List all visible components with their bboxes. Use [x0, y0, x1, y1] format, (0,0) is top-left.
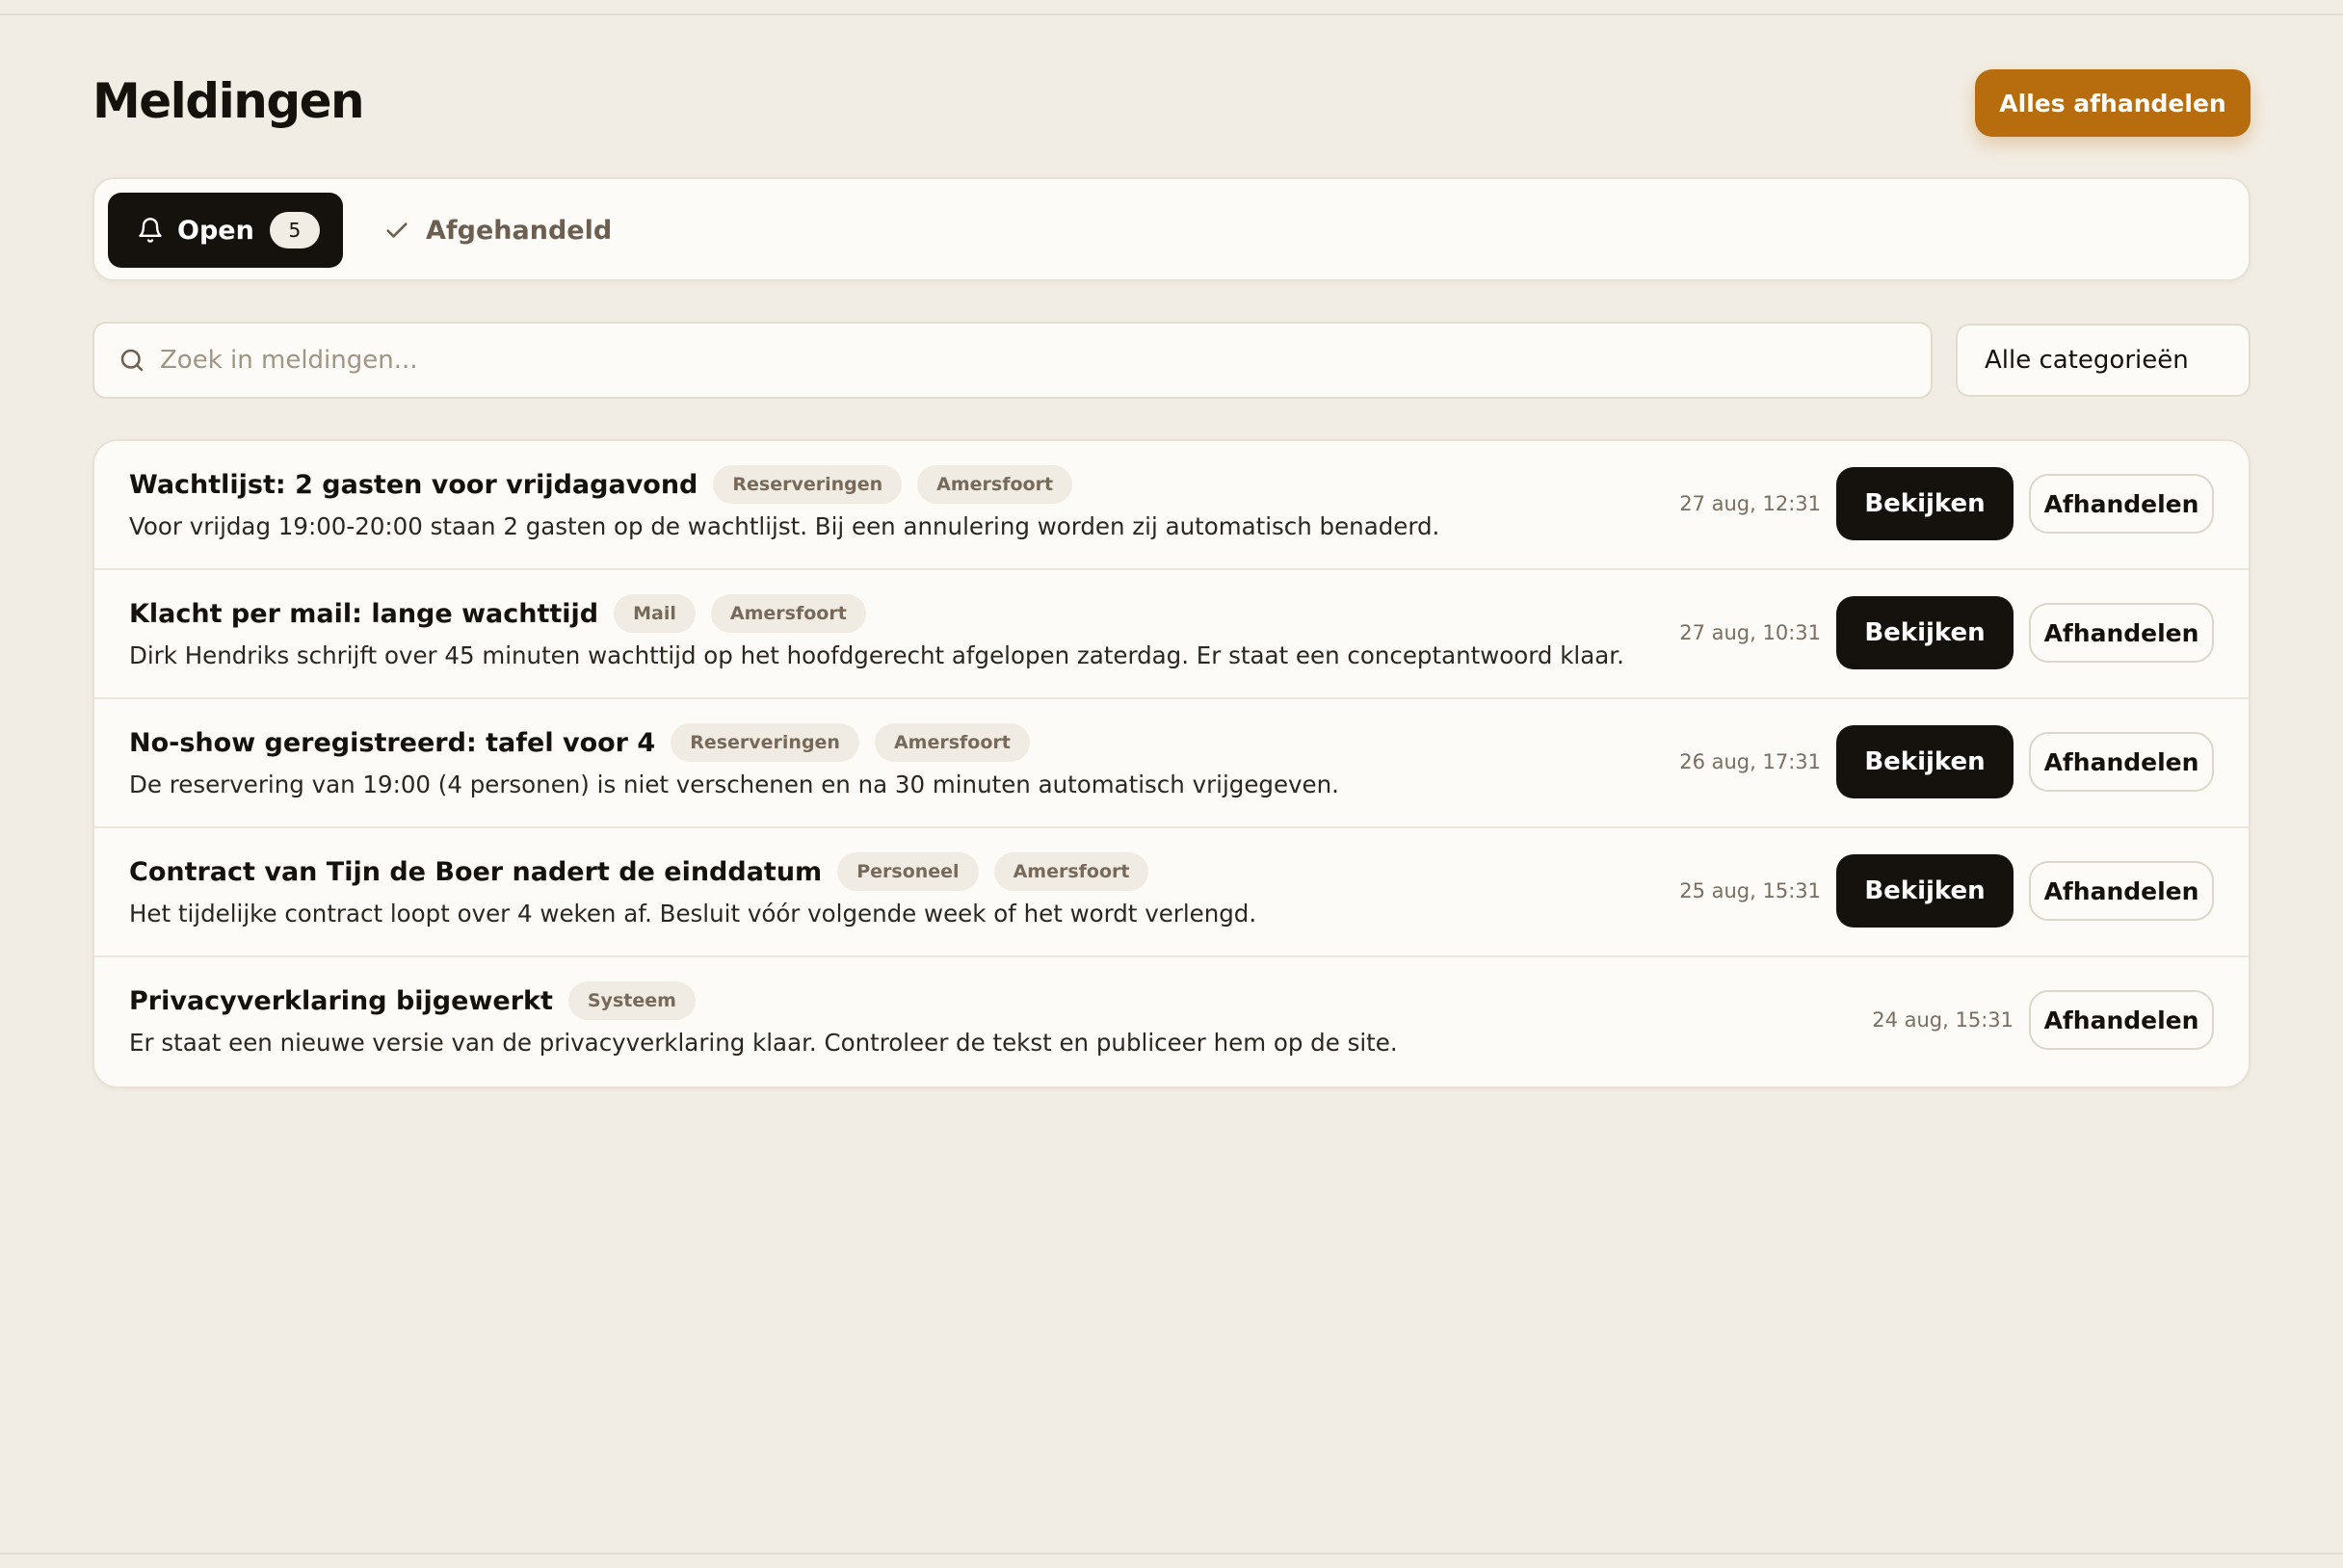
bottom-divider: [0, 1553, 2343, 1555]
notification-tag: Reserveringen: [713, 465, 903, 504]
search-icon: [120, 349, 144, 372]
handle-button[interactable]: Afhandelen: [2029, 732, 2214, 792]
top-divider: [0, 13, 2343, 15]
notification-description: Dirk Hendriks schrijft over 45 minuten w…: [129, 641, 1624, 669]
open-count-badge: 5: [269, 212, 320, 248]
tab-afgehandeld[interactable]: Afgehandeld: [383, 193, 612, 268]
handle-button[interactable]: Afhandelen: [2029, 861, 2214, 921]
notification-title: Wachtlijst: 2 gasten voor vrijdagavond: [129, 469, 698, 500]
notification-tag: Amersfoort: [917, 465, 1073, 504]
notification-actions: 27 aug, 12:31 Bekijken Afhandelen: [1679, 441, 2214, 566]
handle-button[interactable]: Afhandelen: [2029, 990, 2214, 1050]
page-title: Meldingen: [92, 73, 365, 129]
bell-icon: [139, 218, 162, 243]
tab-open-label: Open: [177, 215, 254, 246]
notification-timestamp: 24 aug, 15:31: [1872, 1008, 2014, 1032]
notification-actions: 24 aug, 15:31 Afhandelen: [1872, 957, 2214, 1083]
notification-row[interactable]: No-show geregistreerd: tafel voor 4 Reser…: [94, 699, 2249, 828]
notification-tag: Reserveringen: [671, 723, 859, 762]
view-button[interactable]: Bekijken: [1836, 467, 2014, 540]
notification-tag: Mail: [614, 594, 696, 633]
search-bar: [92, 322, 1933, 399]
notification-header: Klacht per mail: lange wachttijd Mail Amer…: [129, 593, 866, 634]
page-header: Meldingen Alles afhandelen: [92, 67, 2251, 139]
notification-row[interactable]: Wachtlijst: 2 gasten voor vrijdagavond Re…: [94, 441, 2249, 570]
category-select[interactable]: Alle categorieën: [1956, 324, 2251, 397]
notification-row[interactable]: Klacht per mail: lange wachttijd Mail Amer…: [94, 570, 2249, 699]
status-tabs: Open 5 Afgehandeld: [92, 177, 2251, 281]
notification-timestamp: 25 aug, 15:31: [1679, 879, 1821, 902]
notification-tag: Amersfoort: [993, 852, 1149, 891]
notification-timestamp: 27 aug, 12:31: [1679, 492, 1821, 515]
view-button[interactable]: Bekijken: [1836, 854, 2014, 928]
notification-timestamp: 26 aug, 17:31: [1679, 750, 1821, 773]
notification-actions: 25 aug, 15:31 Bekijken Afhandelen: [1679, 828, 2214, 954]
search-input[interactable]: [160, 346, 1894, 375]
notification-description: Voor vrijdag 19:00-20:00 staan 2 gasten …: [129, 512, 1440, 540]
notification-header: Wachtlijst: 2 gasten voor vrijdagavond Re…: [129, 464, 1073, 505]
notification-tag: Amersfoort: [710, 594, 866, 633]
notification-title: No-show geregistreerd: tafel voor 4: [129, 727, 656, 758]
view-button[interactable]: Bekijken: [1836, 725, 2014, 798]
handle-button[interactable]: Afhandelen: [2029, 603, 2214, 663]
notification-description: Het tijdelijke contract loopt over 4 wek…: [129, 900, 1257, 928]
notification-title: Contract van Tijn de Boer nadert de eind…: [129, 856, 823, 887]
notification-timestamp: 27 aug, 10:31: [1679, 621, 1821, 644]
notification-row[interactable]: Privacyverklaring bijgewerkt Systeem Er st…: [94, 957, 2249, 1086]
tab-afgehandeld-label: Afgehandeld: [426, 215, 613, 246]
notification-actions: 27 aug, 10:31 Bekijken Afhandelen: [1679, 570, 2214, 695]
view-button[interactable]: Bekijken: [1836, 596, 2014, 669]
notification-title: Privacyverklaring bijgewerkt: [129, 985, 553, 1016]
check-icon: [386, 222, 408, 238]
notification-title: Klacht per mail: lange wachttijd: [129, 598, 599, 629]
notification-description: De reservering van 19:00 (4 personen) is…: [129, 771, 1339, 798]
notification-description: Er staat een nieuwe versie van de privac…: [129, 1029, 1398, 1057]
notification-tag: Amersfoort: [874, 723, 1030, 762]
notification-header: Contract van Tijn de Boer nadert de eind…: [129, 851, 1149, 892]
notification-row[interactable]: Contract van Tijn de Boer nadert de eind…: [94, 828, 2249, 957]
handle-all-button[interactable]: Alles afhandelen: [1975, 69, 2251, 137]
notification-actions: 26 aug, 17:31 Bekijken Afhandelen: [1679, 699, 2214, 824]
handle-button[interactable]: Afhandelen: [2029, 474, 2214, 534]
notification-header: Privacyverklaring bijgewerkt Systeem: [129, 980, 696, 1021]
notification-tag: Personeel: [837, 852, 979, 891]
notification-tag: Systeem: [567, 981, 696, 1020]
notification-list: Wachtlijst: 2 gasten voor vrijdagavond Re…: [92, 439, 2251, 1088]
notification-header: No-show geregistreerd: tafel voor 4 Reser…: [129, 722, 1030, 763]
tab-open[interactable]: Open 5: [108, 193, 343, 268]
